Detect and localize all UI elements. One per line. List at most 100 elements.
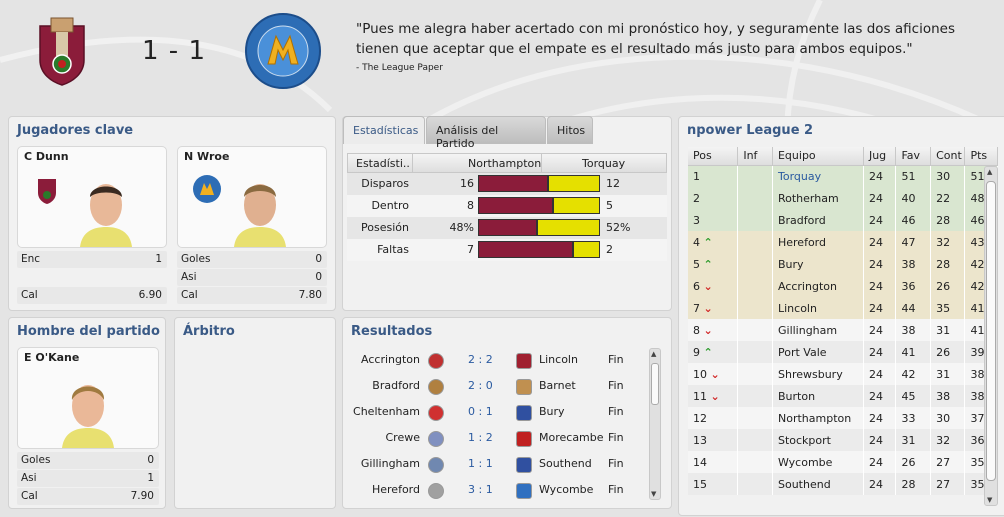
team-cell[interactable]: Rotherham <box>772 187 864 209</box>
scroll-down-icon[interactable]: ▼ <box>987 496 992 504</box>
northampton-crest-icon[interactable] <box>36 16 88 86</box>
pos-value: 5 <box>693 257 700 271</box>
away-team[interactable]: Bury <box>539 405 565 418</box>
stat-label: Disparos <box>361 177 409 190</box>
pos-cell: 13 <box>688 429 739 451</box>
scroll-thumb[interactable] <box>651 363 659 405</box>
team-cell[interactable]: Hereford <box>772 231 864 253</box>
away-team[interactable]: Lincoln <box>539 353 578 366</box>
away-team[interactable]: Southend <box>539 457 592 470</box>
column-header-inf[interactable]: Inf <box>737 147 773 166</box>
home-badge-icon <box>428 457 444 473</box>
stat-home-value: 48% <box>449 221 474 234</box>
league-row[interactable]: 14 Wycombe 24 26 27 35 <box>688 451 998 473</box>
cont-cell: 31 <box>930 319 966 341</box>
league-row[interactable]: 13 Stockport 24 31 32 36 <box>688 429 998 451</box>
league-row[interactable]: 4 ⌃ Hereford 24 47 32 43 <box>688 231 998 253</box>
cont-cell: 32 <box>930 429 966 451</box>
team-cell[interactable]: Port Vale <box>772 341 864 363</box>
referee-title: Árbitro <box>183 324 235 339</box>
cont-cell: 26 <box>930 275 966 297</box>
league-row[interactable]: 8 ⌄ Gillingham 24 38 31 41 <box>688 319 998 341</box>
team-cell[interactable]: Torquay <box>772 165 864 187</box>
league-row[interactable]: 15 Southend 24 28 27 35 <box>688 473 998 495</box>
jug-cell: 24 <box>863 253 897 275</box>
torquay-crest-icon[interactable] <box>244 12 322 90</box>
result-row[interactable]: Bradford 2 : 0 Barnet Fin <box>350 374 644 400</box>
result-row[interactable]: Cheltenham 0 : 1 Bury Fin <box>350 400 644 426</box>
column-header-cont[interactable]: Cont <box>930 147 966 166</box>
result-row[interactable]: Gillingham 1 : 1 Southend Fin <box>350 452 644 478</box>
stat-value: 0 <box>147 454 154 466</box>
tab-estadisticas[interactable]: Estadísticas <box>343 116 425 144</box>
cont-cell: 26 <box>930 341 966 363</box>
scroll-thumb[interactable] <box>986 181 996 481</box>
cont-cell: 28 <box>930 209 966 231</box>
jug-cell: 24 <box>863 297 897 319</box>
team-cell[interactable]: Wycombe <box>772 451 864 473</box>
league-row[interactable]: 11 ⌄ Burton 24 45 38 38 <box>688 385 998 407</box>
scroll-down-icon[interactable]: ▼ <box>651 490 656 498</box>
team-cell[interactable]: Bradford <box>772 209 864 231</box>
pos-cell: 8 ⌄ <box>688 319 739 341</box>
home-team[interactable]: Crewe <box>386 431 421 444</box>
result-row[interactable]: Accrington 2 : 2 Lincoln Fin <box>350 348 644 374</box>
away-team[interactable]: Morecambe <box>539 431 604 444</box>
team-cell[interactable]: Northampton <box>772 407 864 429</box>
home-team[interactable]: Gillingham <box>361 457 420 470</box>
home-team[interactable]: Accrington <box>361 353 420 366</box>
stats-rows: Disparos 16 12 Dentro 8 5 Posesión 48% 52% Faltas… <box>347 173 667 261</box>
tab-analisis[interactable]: Análisis del Partido <box>426 116 546 150</box>
league-row[interactable]: 10 ⌄ Shrewsbury 24 42 31 38 <box>688 363 998 385</box>
column-header-pts[interactable]: Pts <box>964 147 998 166</box>
team-cell[interactable]: Stockport <box>772 429 864 451</box>
home-team[interactable]: Cheltenham <box>353 405 420 418</box>
torquay-badge-icon <box>193 175 221 203</box>
league-row[interactable]: 7 ⌄ Lincoln 24 44 35 41 <box>688 297 998 319</box>
inf-cell <box>737 363 773 385</box>
scroll-up-icon[interactable]: ▲ <box>987 168 992 176</box>
results-scrollbar[interactable]: ▲ ▼ <box>649 348 661 500</box>
team-cell[interactable]: Accrington <box>772 275 864 297</box>
stat-value: 7.90 <box>130 490 154 502</box>
league-row[interactable]: 3 Bradford 24 46 28 46 <box>688 209 998 231</box>
pos-value: 9 <box>693 345 700 359</box>
home-team[interactable]: Hereford <box>372 483 420 496</box>
league-row[interactable]: 6 ⌄ Accrington 24 36 26 42 <box>688 275 998 297</box>
column-header-pos[interactable]: Pos <box>688 147 739 166</box>
column-header-jug[interactable]: Jug <box>863 147 897 166</box>
inf-cell <box>737 253 773 275</box>
league-row[interactable]: 12 Northampton 24 33 30 37 <box>688 407 998 429</box>
result-row[interactable]: Hereford 3 : 1 Wycombe Fin <box>350 478 644 504</box>
stat-label: Enc <box>21 253 41 265</box>
result-status: Fin <box>608 405 624 418</box>
league-scrollbar[interactable]: ▲ ▼ <box>984 166 998 506</box>
league-row[interactable]: 5 ⌃ Bury 24 38 28 42 <box>688 253 998 275</box>
result-row[interactable]: Crewe 1 : 2 Morecambe Fin <box>350 426 644 452</box>
inf-cell <box>737 187 773 209</box>
team-cell[interactable]: Southend <box>772 473 864 495</box>
column-header-fav[interactable]: Fav <box>895 147 932 166</box>
stat-compare-row: Dentro 8 5 <box>347 195 667 217</box>
league-row[interactable]: 9 ⌃ Port Vale 24 41 26 39 <box>688 341 998 363</box>
away-team[interactable]: Barnet <box>539 379 576 392</box>
scroll-up-icon[interactable]: ▲ <box>651 350 656 358</box>
away-team[interactable]: Wycombe <box>539 483 593 496</box>
player-card-c-dunn[interactable]: C Dunn <box>17 146 167 248</box>
league-row[interactable]: 2 Rotherham 24 40 22 48 <box>688 187 998 209</box>
team-cell[interactable]: Bury <box>772 253 864 275</box>
team-cell[interactable]: Shrewsbury <box>772 363 864 385</box>
league-row[interactable]: 1 Torquay 24 51 30 51 <box>688 165 998 187</box>
column-header-equipo[interactable]: Equipo <box>772 147 864 166</box>
team-cell[interactable]: Lincoln <box>772 297 864 319</box>
home-team[interactable]: Bradford <box>372 379 420 392</box>
stats-header-away: Torquay <box>582 157 626 170</box>
team-cell[interactable]: Gillingham <box>772 319 864 341</box>
inf-cell <box>737 385 773 407</box>
jug-cell: 24 <box>863 385 897 407</box>
player-card-n-wroe[interactable]: N Wroe <box>177 146 327 248</box>
player-card-e-okane[interactable]: E O'Kane <box>17 347 159 449</box>
tab-hitos[interactable]: Hitos <box>547 116 593 144</box>
cont-cell: 35 <box>930 297 966 319</box>
team-cell[interactable]: Burton <box>772 385 864 407</box>
